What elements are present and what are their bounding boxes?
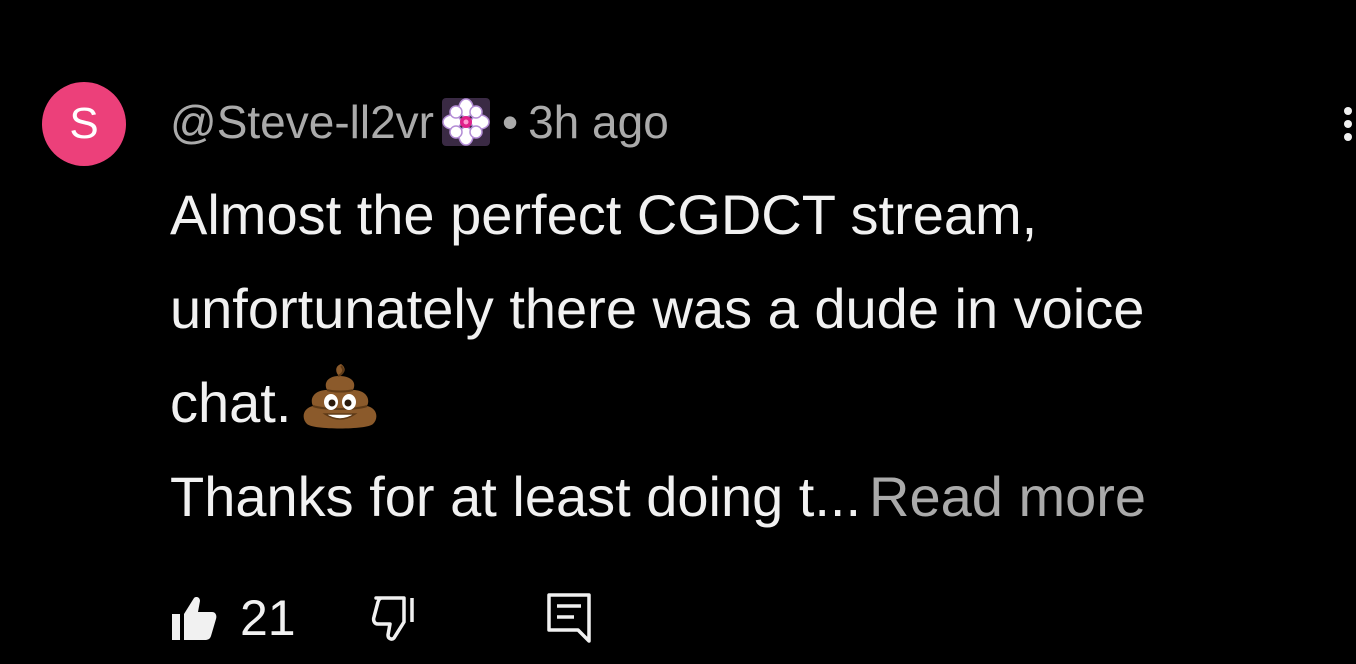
comment-line: unfortunately there was a dude in voice (170, 277, 1145, 340)
thumbs-up-icon (172, 597, 217, 640)
comment-line: Almost the perfect CGDCT stream, (170, 183, 1038, 246)
read-more-link[interactable]: Read more (869, 465, 1146, 528)
reply-button[interactable] (546, 592, 592, 644)
more-menu-button[interactable] (1340, 96, 1356, 152)
dislike-button[interactable] (370, 594, 418, 642)
comment-text: Almost the perfect CGDCT stream, unfortu… (170, 168, 1330, 544)
comment-line-with-emoji: chat. (170, 356, 1330, 450)
separator-dot: • (501, 96, 519, 148)
thumbs-down-icon (371, 596, 414, 641)
timestamp[interactable]: 3h ago (528, 95, 669, 149)
comment-actions: 21 (170, 588, 592, 648)
comment-line: Thanks for at least doing t... (170, 465, 862, 528)
like-count: 21 (240, 590, 296, 646)
like-button[interactable] (170, 594, 218, 642)
member-badge-icon (441, 98, 490, 146)
more-vertical-icon (1344, 107, 1352, 115)
author-name[interactable]: @Steve-ll2vr (170, 95, 434, 149)
more-vertical-icon-dot (1344, 133, 1352, 141)
comment-line-truncated: Thanks for at least doing t... Read more (170, 450, 1330, 544)
more-vertical-icon-dot (1344, 120, 1352, 128)
comment-line: chat. (170, 371, 292, 434)
reply-icon (546, 593, 591, 643)
avatar[interactable]: S (42, 82, 126, 166)
comment: S @Steve-ll2vr • 3h ago Almost the perfe… (0, 0, 1356, 664)
avatar-letter: S (69, 99, 99, 148)
comment-header: @Steve-ll2vr • 3h ago (170, 94, 669, 150)
pile-of-poo-emoji (304, 364, 377, 429)
